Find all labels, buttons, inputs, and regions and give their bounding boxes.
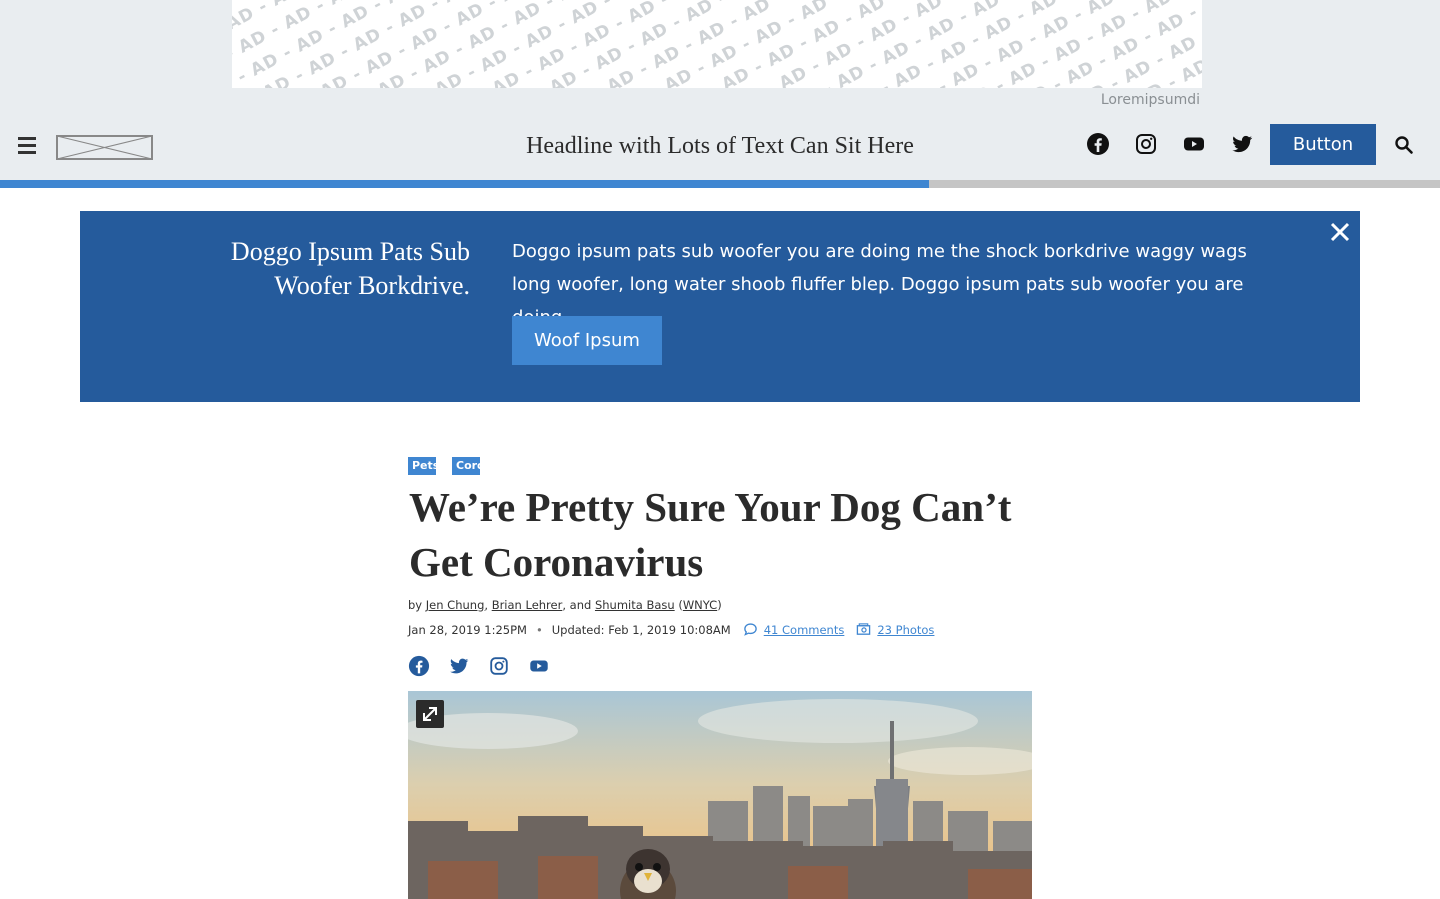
tag-pets[interactable]: Pets xyxy=(408,457,436,475)
instagram-icon[interactable] xyxy=(488,655,510,677)
org-paren: ) xyxy=(717,598,722,612)
promo-title: Doggo Ipsum Pats Sub Woofer Borkdrive. xyxy=(230,237,470,300)
youtube-icon[interactable] xyxy=(1182,132,1206,156)
byline: by Jen Chung, Brian Lehrer, and Shumita … xyxy=(408,598,722,612)
article-title: We’re Pretty Sure Your Dog Can’t Get Cor… xyxy=(409,484,1012,585)
hero-photo-city-skyline xyxy=(408,691,1032,899)
comments-link[interactable]: 41 Comments xyxy=(764,623,845,637)
article-meta: Jan 28, 2019 1:25PM • Updated: Feb 1, 20… xyxy=(408,622,934,637)
search-icon[interactable] xyxy=(1394,135,1414,155)
updated-date: Updated: Feb 1, 2019 10:08AM xyxy=(551,622,731,637)
tag-coronavirus[interactable]: Coronavirus xyxy=(452,457,480,475)
twitter-icon[interactable] xyxy=(1230,132,1254,156)
instagram-icon[interactable] xyxy=(1134,132,1158,156)
photos-icon xyxy=(857,623,871,635)
ad-banner[interactable]: - AD - AD - AD - AD - AD - AD - AD - AD … xyxy=(232,0,1202,88)
author-link[interactable]: Jen Chung xyxy=(426,598,485,612)
close-icon[interactable] xyxy=(1329,221,1351,243)
reading-progress-fill xyxy=(0,180,929,188)
promo-banner: Doggo Ipsum Pats Sub Woofer Borkdrive. D… xyxy=(80,211,1360,402)
ad-pattern: - AD - AD - AD - AD - AD - AD - AD - AD … xyxy=(232,0,1202,88)
facebook-icon[interactable] xyxy=(408,655,430,677)
ad-label: Loremipsumdi xyxy=(1100,92,1200,108)
publish-date: Jan 28, 2019 1:25PM xyxy=(408,622,527,637)
photos-link[interactable]: 23 Photos xyxy=(877,623,934,637)
author-link[interactable]: Shumita Basu xyxy=(595,598,675,612)
expand-image-button[interactable] xyxy=(416,700,444,728)
org-link[interactable]: WNYC xyxy=(683,598,717,612)
byline-prefix: by xyxy=(408,598,423,612)
hero-image[interactable] xyxy=(408,691,1032,899)
reading-progress-bar xyxy=(0,180,1440,188)
byline-separator: , and xyxy=(562,598,592,612)
youtube-icon[interactable] xyxy=(528,655,550,677)
byline-separator: , xyxy=(484,598,489,612)
meta-separator: • xyxy=(535,622,543,637)
twitter-icon[interactable] xyxy=(448,655,470,677)
comment-icon xyxy=(743,623,757,636)
header-button[interactable]: Button xyxy=(1270,124,1376,165)
expand-icon xyxy=(423,707,437,721)
author-link[interactable]: Brian Lehrer xyxy=(492,598,563,612)
facebook-icon[interactable] xyxy=(1086,132,1110,156)
header-title: Headline with Lots of Text Can Sit Here xyxy=(526,133,914,159)
promo-button[interactable]: Woof Ipsum xyxy=(512,316,662,365)
